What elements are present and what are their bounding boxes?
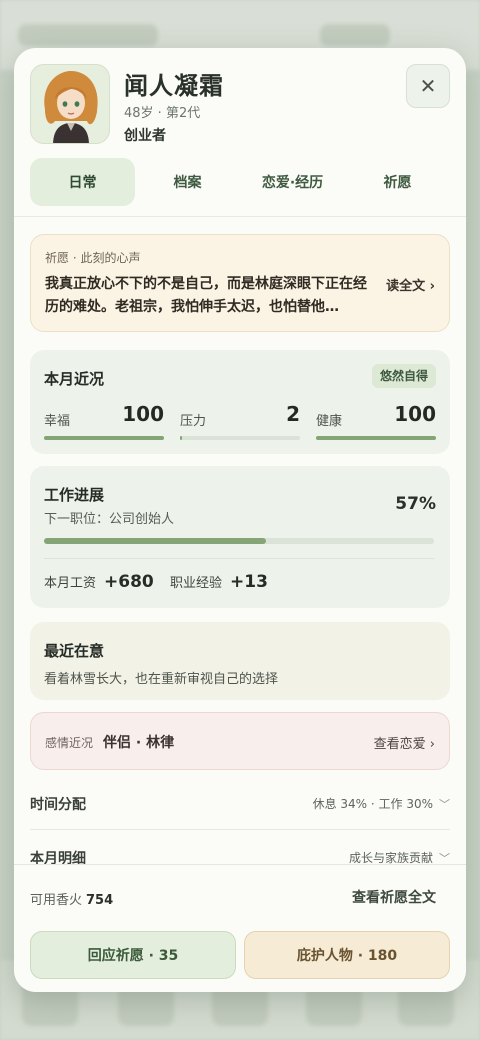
- tab-bar: 日常 档案 恋爱·经历 祈愿: [30, 158, 450, 206]
- background-ghost: [320, 24, 390, 46]
- time-allocation-row[interactable]: 时间分配 休息 34% · 工作 30% ﹀: [30, 778, 450, 830]
- stat-label: 健康: [316, 414, 343, 429]
- recent-concern-text: 看着林雪长大，也在重新审视自己的选择: [44, 672, 279, 687]
- stat-value: 100: [394, 402, 436, 426]
- stat-value: 100: [122, 402, 164, 426]
- action-footer: 可用香火 754 查看祈愿全文 回应祈愿 · 35 庇护人物 · 180: [14, 864, 466, 992]
- mood-badge: 悠然自得: [371, 364, 436, 388]
- stat-bar-fill: [44, 436, 164, 440]
- stat-bar: [180, 436, 300, 440]
- character-detail-modal: 闻人凝霜 48岁 · 第2代 创业者 ✕ 日常 档案 恋爱·经历 祈愿 祈愿 ·…: [14, 48, 466, 992]
- recent-concern-title: 最近在意: [44, 642, 105, 660]
- stat-label: 压力: [180, 414, 207, 429]
- prayer-label: 祈愿 · 此刻的心声: [45, 251, 141, 265]
- time-allocation-text: 休息 34% · 工作 30%: [312, 797, 433, 811]
- prayer-text: 我真正放心不下的不是自己，而是林庭深眼下正在经历的难处。老祖宗，我怕伸手太迟，也…: [45, 276, 367, 315]
- stat-bar: [44, 436, 164, 440]
- incense-label: 可用香火: [30, 893, 83, 908]
- monthly-status-title: 本月近况: [44, 370, 105, 388]
- respond-prayer-button[interactable]: 回应祈愿 · 35: [30, 931, 236, 979]
- work-progress-card: 工作进展 下一职位：公司创始人 57% 本月工资 +680 职业经验 +13: [30, 466, 450, 608]
- tab-daily[interactable]: 日常: [30, 158, 135, 206]
- experience-value: +13: [230, 572, 268, 592]
- tab-prayer[interactable]: 祈愿: [345, 158, 450, 206]
- profile-header: 闻人凝霜 48岁 · 第2代 创业者 ✕: [14, 48, 466, 158]
- close-icon: ✕: [419, 74, 437, 98]
- time-allocation-title: 时间分配: [30, 797, 86, 813]
- view-full-prayer-link[interactable]: 查看祈愿全文: [352, 887, 436, 907]
- relationship-label: 感情近况: [45, 736, 94, 750]
- time-allocation-summary: 休息 34% · 工作 30% ﹀: [313, 795, 450, 812]
- divider: [30, 829, 450, 830]
- divider: [44, 558, 434, 559]
- character-meta: 48岁 · 第2代: [124, 106, 201, 121]
- tab-profile[interactable]: 档案: [135, 158, 240, 206]
- background-ghost: [18, 24, 158, 46]
- prayer-card[interactable]: 祈愿 · 此刻的心声 我真正放心不下的不是自己，而是林庭深眼下正在经历的难处。老…: [30, 234, 450, 332]
- stat-bar: [316, 436, 436, 440]
- view-romance-link[interactable]: 查看恋爱 ›: [374, 733, 435, 752]
- salary-value: +680: [104, 572, 154, 592]
- close-button[interactable]: ✕: [406, 64, 450, 108]
- divider: [14, 216, 466, 217]
- character-role: 创业者: [124, 128, 166, 144]
- read-full-link[interactable]: 读全文 ›: [386, 275, 435, 294]
- chevron-down-icon: ﹀: [439, 798, 450, 811]
- character-name: 闻人凝霜: [124, 72, 224, 100]
- stat-bar-fill: [180, 436, 183, 440]
- work-progress-fill: [44, 538, 267, 544]
- character-portrait-icon: [31, 65, 109, 143]
- incense-balance: 可用香火 754: [30, 889, 113, 908]
- experience-row: 职业经验 +13: [170, 572, 268, 592]
- recent-concern-card: 最近在意 看着林雪长大，也在重新审视自己的选择: [30, 622, 450, 700]
- stat-label: 幸福: [44, 414, 71, 429]
- salary-row: 本月工资 +680: [44, 572, 154, 592]
- avatar: [30, 64, 110, 144]
- stat-bar-fill: [316, 436, 436, 440]
- incense-value: 754: [86, 893, 114, 908]
- protect-character-button[interactable]: 庇护人物 · 180: [244, 931, 450, 979]
- monthly-status-card: 本月近况 悠然自得 幸福 100 压力 2 健康 100: [30, 350, 450, 454]
- work-progress-title: 工作进展: [44, 486, 105, 504]
- partner-name: 伴侣 · 林律: [103, 735, 175, 751]
- next-position: 下一职位：公司创始人: [44, 512, 175, 527]
- work-progress-bar: [44, 538, 434, 544]
- work-progress-percent: 57%: [395, 494, 436, 514]
- experience-label: 职业经验: [170, 576, 223, 591]
- relationship-card[interactable]: 感情近况 伴侣 · 林律 查看恋爱 ›: [30, 712, 450, 770]
- tab-romance-history[interactable]: 恋爱·经历: [240, 158, 345, 206]
- monthly-detail-text: 成长与家族贡献: [348, 851, 433, 865]
- stat-value: 2: [286, 402, 300, 426]
- salary-label: 本月工资: [44, 576, 97, 591]
